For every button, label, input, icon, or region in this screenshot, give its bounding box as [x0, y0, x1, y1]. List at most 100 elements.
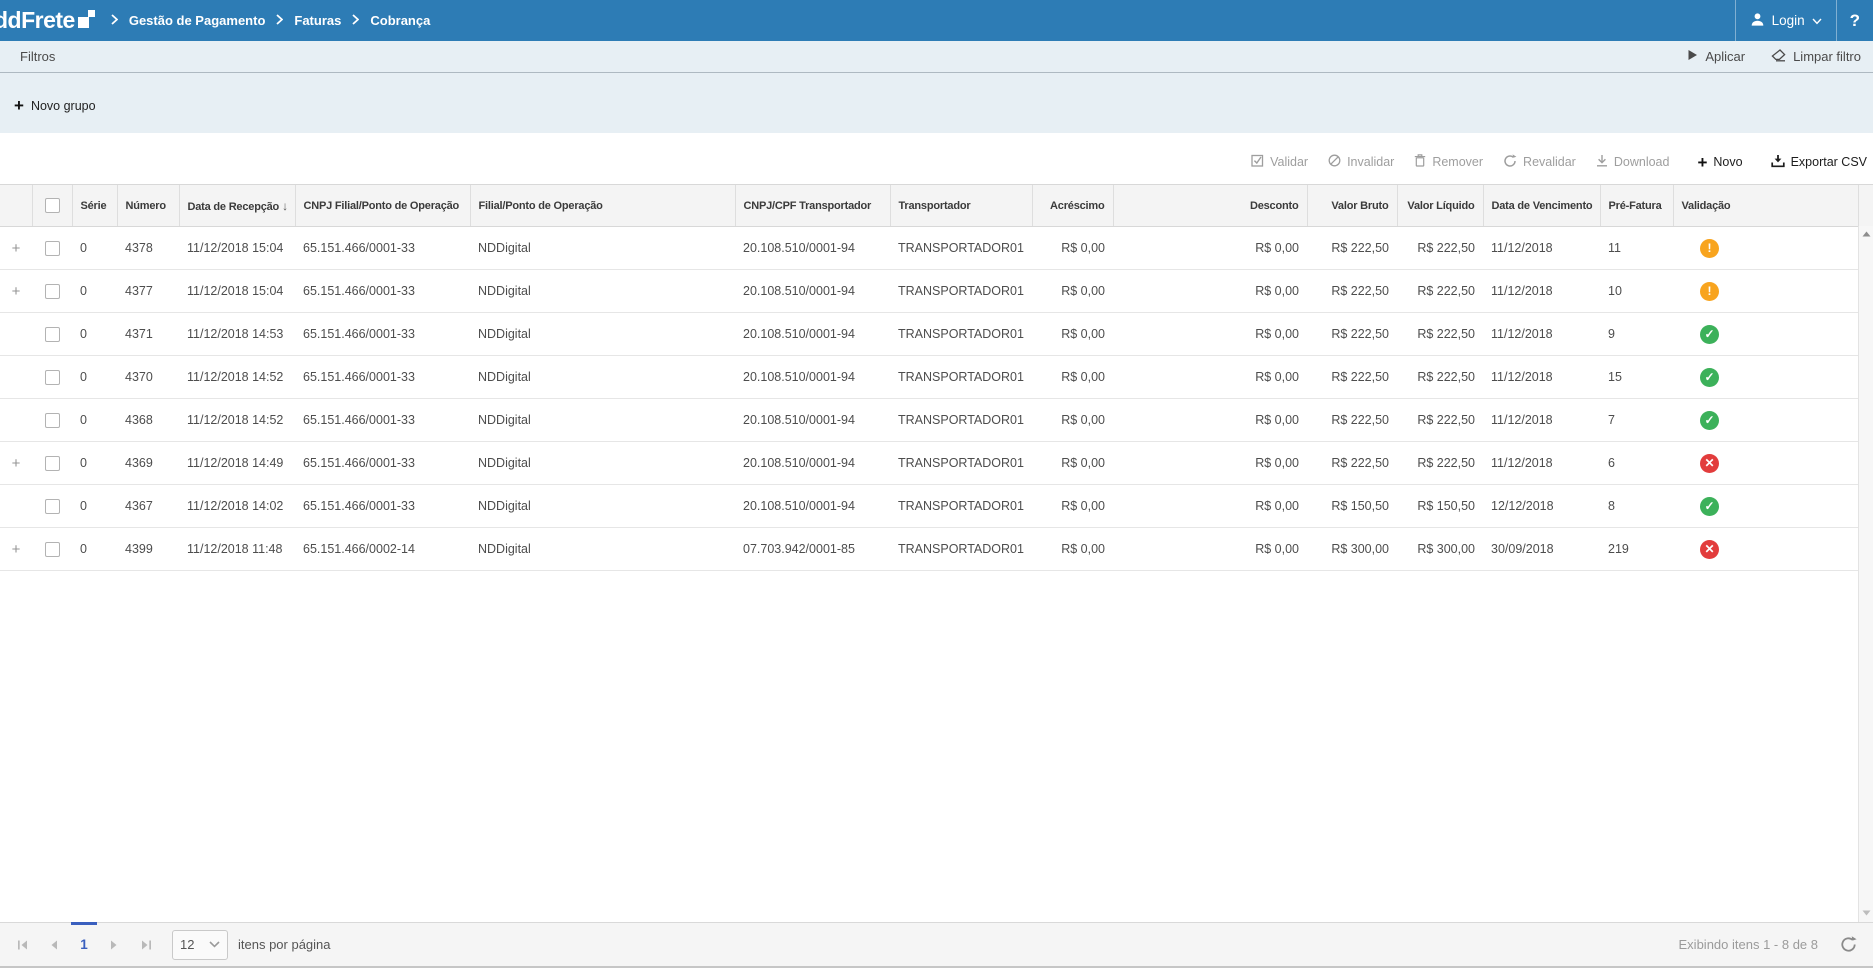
cell-select	[32, 485, 72, 528]
export-csv-label: Exportar CSV	[1791, 155, 1867, 169]
table-row[interactable]: 0437011/12/2018 14:5265.151.466/0001-33N…	[0, 356, 1873, 399]
breadcrumb-gestao-de-pagamento[interactable]: Gestão de Pagamento	[129, 13, 266, 28]
cell-filial: NDDigital	[470, 270, 735, 313]
cell-data_recepcao: 11/12/2018 15:04	[179, 227, 295, 270]
column-header-numero[interactable]: Número	[117, 185, 179, 227]
table-row[interactable]: +0439911/12/2018 11:4865.151.466/0002-14…	[0, 528, 1873, 571]
select-all-checkbox[interactable]	[45, 198, 60, 213]
help-label: ?	[1850, 11, 1860, 31]
table-row[interactable]: 0436711/12/2018 14:0265.151.466/0001-33N…	[0, 485, 1873, 528]
column-header-cnpj-filial[interactable]: CNPJ Filial/Ponto de Operação	[295, 185, 470, 227]
export-csv-button[interactable]: Exportar CSV	[1771, 154, 1867, 171]
cell-acrescimo: R$ 0,00	[1032, 313, 1113, 356]
page-size-select[interactable]: 12	[172, 930, 228, 960]
column-header-valor-liquido[interactable]: Valor Líquido	[1397, 185, 1483, 227]
new-group-button[interactable]: + Novo grupo	[14, 97, 96, 114]
invalidate-button[interactable]: Invalidar	[1328, 154, 1394, 170]
breadcrumb-cobranca[interactable]: Cobrança	[370, 13, 430, 28]
cell-transportador: TRANSPORTADOR01	[890, 356, 1032, 399]
login-menu[interactable]: Login	[1735, 0, 1837, 41]
row-checkbox[interactable]	[45, 413, 60, 428]
topbar-right: Login ?	[1735, 0, 1873, 41]
validate-button[interactable]: Validar	[1251, 154, 1308, 170]
row-checkbox[interactable]	[45, 542, 60, 557]
expand-row-icon[interactable]: +	[12, 283, 21, 300]
column-header-desconto[interactable]: Desconto	[1113, 185, 1307, 227]
expand-row-icon[interactable]: +	[12, 455, 21, 472]
cell-serie: 0	[72, 270, 117, 313]
revalidate-button[interactable]: Revalidar	[1503, 154, 1576, 171]
download-button[interactable]: Download	[1596, 154, 1670, 170]
cell-transportador: TRANSPORTADOR01	[890, 528, 1032, 571]
cell-filial: NDDigital	[470, 356, 735, 399]
row-checkbox[interactable]	[45, 284, 60, 299]
cell-numero: 4370	[117, 356, 179, 399]
cell-pre_fatura: 7	[1600, 399, 1673, 442]
row-checkbox[interactable]	[45, 456, 60, 471]
column-header-pre-fatura[interactable]: Pré-Fatura	[1600, 185, 1673, 227]
table-row[interactable]: 0436811/12/2018 14:5265.151.466/0001-33N…	[0, 399, 1873, 442]
cell-validacao: ✕	[1673, 528, 1858, 571]
cell-validacao: ✕	[1673, 442, 1858, 485]
expand-row-icon[interactable]: +	[12, 541, 21, 558]
row-checkbox[interactable]	[45, 327, 60, 342]
last-page-button[interactable]	[130, 923, 162, 966]
cell-validacao: ✓	[1673, 313, 1858, 356]
help-button[interactable]: ?	[1837, 0, 1873, 41]
new-button[interactable]: + Novo	[1697, 154, 1742, 171]
cell-expand	[0, 485, 32, 528]
row-checkbox[interactable]	[45, 241, 60, 256]
cell-serie: 0	[72, 442, 117, 485]
validate-label: Validar	[1270, 155, 1308, 169]
scroll-down-icon[interactable]	[1859, 909, 1873, 918]
invoices-table: Série Número Data de Recepção↓ CNPJ Fili…	[0, 184, 1873, 571]
cell-desconto: R$ 0,00	[1113, 485, 1307, 528]
page-number-current[interactable]: 1	[70, 923, 98, 966]
column-header-acrescimo[interactable]: Acréscimo	[1032, 185, 1113, 227]
column-header-validacao[interactable]: Validação	[1673, 185, 1858, 227]
column-header-data-vencimento[interactable]: Data de Vencimento	[1483, 185, 1600, 227]
chevron-down-icon	[1812, 13, 1822, 28]
scroll-up-icon[interactable]	[1859, 230, 1873, 239]
cell-cnpj_transportador: 20.108.510/0001-94	[735, 270, 890, 313]
cell-cnpj_filial: 65.151.466/0001-33	[295, 399, 470, 442]
table-header-row: Série Número Data de Recepção↓ CNPJ Fili…	[0, 185, 1873, 227]
previous-page-button[interactable]	[38, 923, 70, 966]
column-header-serie[interactable]: Série	[72, 185, 117, 227]
table-body: +0437811/12/2018 15:0465.151.466/0001-33…	[0, 227, 1873, 571]
page-size-value: 12	[180, 937, 194, 952]
remove-button[interactable]: Remover	[1414, 154, 1483, 170]
column-header-valor-bruto[interactable]: Valor Bruto	[1307, 185, 1397, 227]
row-checkbox[interactable]	[45, 499, 60, 514]
first-page-button[interactable]	[6, 923, 38, 966]
breadcrumb-faturas[interactable]: Faturas	[294, 13, 341, 28]
table-row[interactable]: +0437811/12/2018 15:0465.151.466/0001-33…	[0, 227, 1873, 270]
cell-expand: +	[0, 227, 32, 270]
column-header-data-recepcao[interactable]: Data de Recepção↓	[179, 185, 295, 227]
cell-select	[32, 528, 72, 571]
column-header-filial[interactable]: Filial/Ponto de Operação	[470, 185, 735, 227]
table-row[interactable]: 0437111/12/2018 14:5365.151.466/0001-33N…	[0, 313, 1873, 356]
cell-filial: NDDigital	[470, 399, 735, 442]
cell-expand	[0, 399, 32, 442]
next-page-button[interactable]	[98, 923, 130, 966]
pagination-bar: 1 12 itens por página Exibindo itens 1 -…	[0, 922, 1873, 968]
table-row[interactable]: +0436911/12/2018 14:4965.151.466/0001-33…	[0, 442, 1873, 485]
remove-label: Remover	[1432, 155, 1483, 169]
cell-pre_fatura: 15	[1600, 356, 1673, 399]
grid-toolbar: Validar Invalidar Remover Revalidar Down…	[1251, 150, 1867, 174]
row-checkbox[interactable]	[45, 370, 60, 385]
validation-success-icon: ✓	[1700, 368, 1719, 387]
expand-row-icon[interactable]: +	[12, 240, 21, 257]
cell-cnpj_filial: 65.151.466/0001-33	[295, 356, 470, 399]
column-header-transportador[interactable]: Transportador	[890, 185, 1032, 227]
clear-filter-button[interactable]: Limpar filtro	[1771, 49, 1861, 65]
column-header-select	[32, 185, 72, 227]
refresh-button[interactable]	[1840, 936, 1857, 953]
app-logo[interactable]: ddFrete	[0, 9, 95, 32]
table-row[interactable]: +0437711/12/2018 15:0465.151.466/0001-33…	[0, 270, 1873, 313]
cell-data_recepcao: 11/12/2018 14:49	[179, 442, 295, 485]
apply-filter-button[interactable]: Aplicar	[1687, 49, 1745, 64]
vertical-scrollbar[interactable]	[1858, 226, 1873, 922]
column-header-cnpj-transportador[interactable]: CNPJ/CPF Transportador	[735, 185, 890, 227]
